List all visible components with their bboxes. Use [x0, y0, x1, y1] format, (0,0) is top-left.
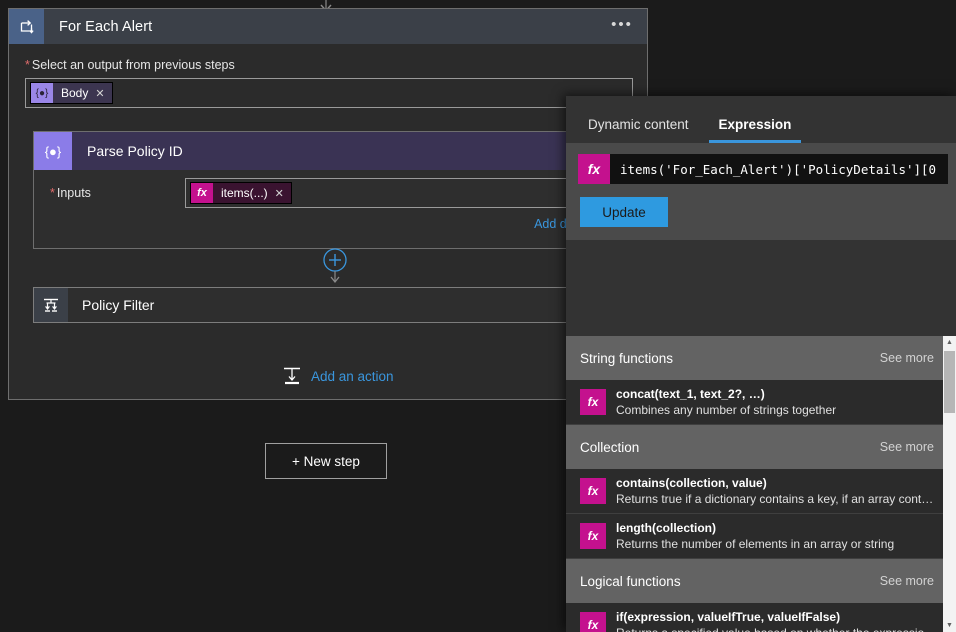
foreach-overflow-menu-button[interactable]: •••	[611, 17, 633, 37]
expression-input[interactable]: items('For_Each_Alert')['PolicyDetails']…	[610, 154, 948, 184]
function-group-title: Logical functions	[580, 573, 681, 589]
expression-editor-area: fx items('For_Each_Alert')['PolicyDetail…	[566, 143, 956, 240]
tab-expression[interactable]: Expression	[708, 117, 802, 143]
fx-icon: fx	[578, 154, 610, 184]
foreach-card-body: * Select an output from previous steps {●…	[9, 44, 647, 108]
function-item[interactable]: fx concat(text_1, text_2?, …) Combines a…	[566, 380, 956, 425]
token-body-remove-icon[interactable]: ✕	[95, 87, 111, 100]
see-more-link-logical[interactable]: See more	[880, 574, 934, 588]
parse-policy-id-card[interactable]: {●} Parse Policy ID * Inputs fx items(...…	[33, 131, 641, 249]
add-an-action-button[interactable]: Add an action	[281, 365, 394, 387]
function-item[interactable]: fx contains(collection, value) Returns t…	[566, 469, 956, 514]
function-group-header-string: String functions See more	[566, 336, 956, 380]
function-text: concat(text_1, text_2?, …) Combines any …	[616, 386, 934, 418]
parse-policy-id-title: Parse Policy ID	[87, 143, 183, 159]
parse-json-icon: {●}	[34, 132, 72, 170]
inputs-field[interactable]: fx items(...) ✕	[185, 178, 625, 208]
new-step-button[interactable]: + New step	[265, 443, 387, 479]
token-items-remove-icon[interactable]: ✕	[275, 187, 291, 200]
expression-panel: Dynamic content Expression fx items('For…	[566, 96, 956, 632]
see-more-link-string[interactable]: See more	[880, 351, 934, 365]
output-select-input[interactable]: {●} Body ✕	[25, 78, 633, 108]
scrollbar-down-arrow-icon[interactable]: ▼	[943, 619, 956, 632]
fx-icon: fx	[580, 389, 606, 415]
scrollbar-up-arrow-icon[interactable]: ▲	[943, 336, 956, 349]
required-asterisk: *	[25, 58, 30, 72]
expression-panel-tabs: Dynamic content Expression	[566, 96, 956, 143]
scrollbar-thumb[interactable]	[944, 351, 955, 413]
function-item[interactable]: fx if(expression, valueIfTrue, valueIfFa…	[566, 603, 956, 632]
token-body-label: Body	[61, 86, 89, 100]
function-list-scrollbar[interactable]: ▲ ▼	[943, 336, 956, 632]
policy-filter-title: Policy Filter	[82, 297, 155, 313]
inputs-label: * Inputs	[50, 186, 91, 200]
inputs-required-asterisk: *	[50, 186, 55, 200]
add-action-icon	[284, 367, 300, 385]
function-description: Returns the number of elements in an arr…	[616, 537, 895, 551]
function-description: Returns a specified value based on wheth…	[616, 626, 934, 632]
token-items-label: items(...)	[221, 186, 268, 200]
function-group-title: String functions	[580, 350, 674, 366]
foreach-card-header[interactable]: For Each Alert •••	[9, 9, 647, 44]
function-signature: concat(text_1, text_2?, …)	[616, 387, 765, 401]
function-item[interactable]: fx length(collection) Returns the number…	[566, 514, 956, 559]
output-field-label-text: Select an output from previous steps	[31, 58, 235, 72]
insert-step-connector[interactable]	[321, 247, 349, 289]
function-signature: if(expression, valueIfTrue, valueIfFalse…	[616, 610, 841, 624]
fx-icon: fx	[580, 478, 606, 504]
function-group-title: Collection	[580, 439, 640, 455]
see-more-link-collection[interactable]: See more	[880, 440, 934, 454]
fx-icon: fx	[580, 612, 606, 632]
update-button[interactable]: Update	[580, 197, 668, 227]
token-body[interactable]: {●} Body ✕	[30, 82, 113, 104]
function-group-header-collection: Collection See more	[566, 425, 956, 469]
function-text: contains(collection, value) Returns true…	[616, 475, 934, 507]
function-text: if(expression, valueIfTrue, valueIfFalse…	[616, 609, 934, 632]
token-items-expression[interactable]: fx items(...) ✕	[190, 182, 292, 204]
add-an-action-label: Add an action	[311, 368, 394, 384]
foreach-title: For Each Alert	[59, 18, 153, 35]
parse-policy-id-body: *Inputs fx items(...) ✕ Add dynamic co	[34, 170, 640, 248]
output-field-label: * Select an output from previous steps	[25, 58, 631, 72]
fx-icon: fx	[191, 183, 213, 203]
function-text: length(collection) Returns the number of…	[616, 520, 934, 552]
filter-scope-icon	[34, 288, 68, 322]
expression-input-row[interactable]: fx items('For_Each_Alert')['PolicyDetail…	[578, 154, 948, 184]
function-group-header-logical: Logical functions See more	[566, 559, 956, 603]
policy-filter-card[interactable]: Policy Filter	[33, 287, 641, 323]
function-signature: contains(collection, value)	[616, 476, 767, 490]
inputs-label-text: Inputs	[56, 186, 91, 200]
foreach-action-card[interactable]: For Each Alert ••• * Select an output fro…	[8, 8, 648, 400]
function-description: Returns true if a dictionary contains a …	[616, 492, 934, 506]
function-description: Combines any number of strings together	[616, 403, 837, 417]
tab-dynamic-content[interactable]: Dynamic content	[578, 117, 699, 143]
designer-canvas: For Each Alert ••• * Select an output fro…	[0, 0, 956, 632]
fx-icon: fx	[580, 523, 606, 549]
parse-policy-id-header[interactable]: {●} Parse Policy ID	[34, 132, 640, 170]
loop-icon	[9, 9, 44, 44]
dynamic-content-icon: {●}	[31, 83, 53, 103]
function-list[interactable]: String functions See more fx concat(text…	[566, 336, 956, 632]
function-signature: length(collection)	[616, 521, 716, 535]
